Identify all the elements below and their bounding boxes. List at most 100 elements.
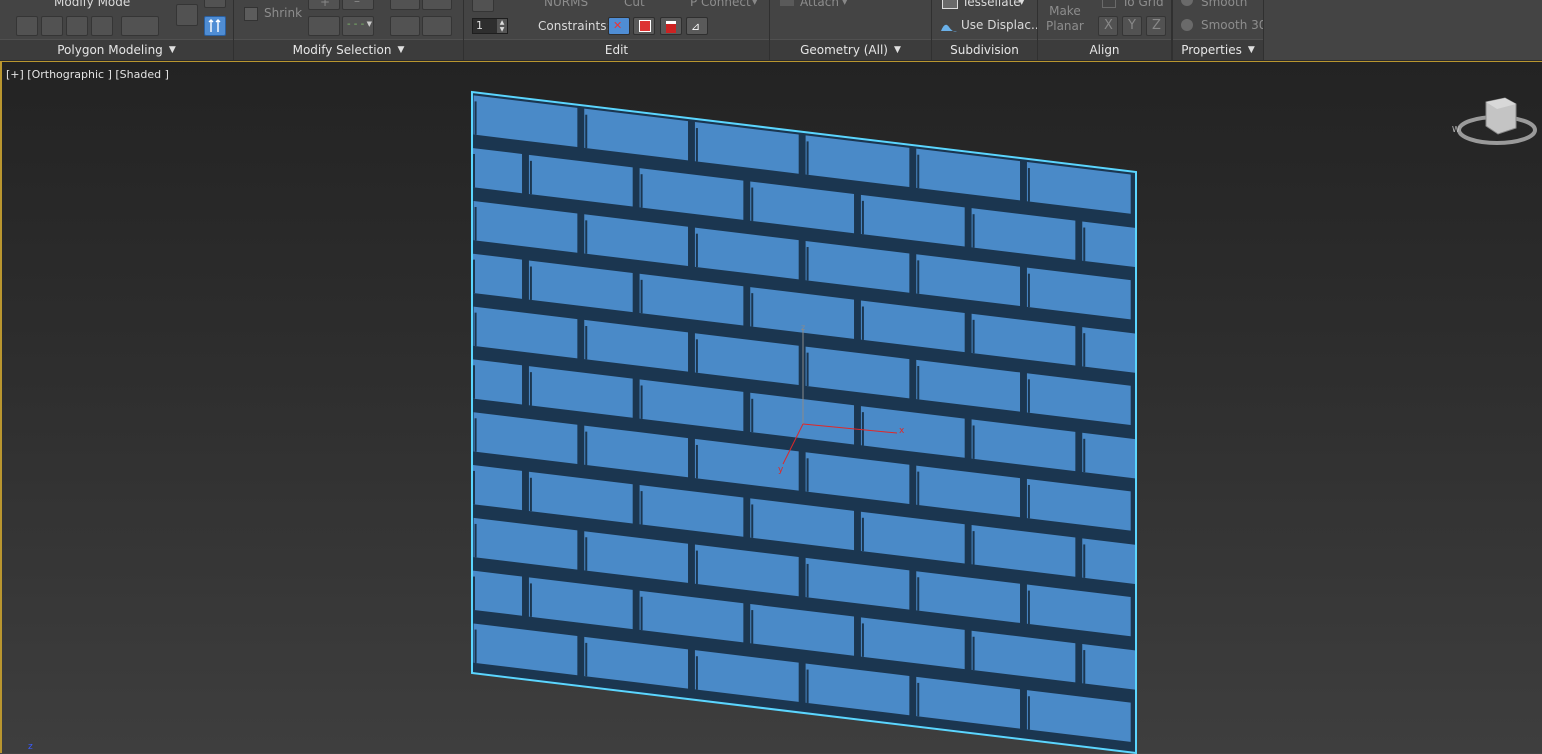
loop-mode-button[interactable] <box>308 16 340 36</box>
normal-icon: ⊿ <box>691 20 701 33</box>
ring-grow-button[interactable] <box>390 0 420 10</box>
geometry-footer[interactable]: Geometry (All) ▼ <box>770 39 931 60</box>
align-footer: Align <box>1038 39 1171 60</box>
smooth-button[interactable]: Smooth <box>1201 0 1247 9</box>
constraint-normal-button[interactable]: ⊿ <box>686 17 708 35</box>
geometry-panel: Attach ▼ Geometry (All) ▼ <box>770 0 932 60</box>
world-axis-z-label: z <box>28 742 33 752</box>
subdivision-title: Subdivision <box>950 43 1019 57</box>
shrink-icon <box>244 7 258 21</box>
brick[interactable] <box>1082 221 1136 268</box>
chevron-down-icon: ▼ <box>1019 0 1025 6</box>
edge-mode-button[interactable] <box>41 16 63 36</box>
grid-icon <box>1102 0 1116 8</box>
constraints-label: Constraints: <box>538 19 611 33</box>
ribbon: Modify Mode Polygon Modeling ▼ Shrink + –… <box>0 0 1542 61</box>
nurms-button[interactable]: NURMS <box>544 0 588 9</box>
constraint-none-button[interactable]: ✕ <box>608 17 630 35</box>
p-connect-button[interactable]: P Connect <box>690 0 751 9</box>
edit-title: Edit <box>604 43 629 57</box>
use-displace-button[interactable]: Use Displac... <box>961 18 1037 32</box>
edit-panel: NURMS Cut P Connect ▼ 1 ▲ ▼ Constraints: … <box>464 0 770 60</box>
modifier-list-button[interactable] <box>176 4 198 26</box>
gizmo-y-label: y <box>778 465 784 475</box>
attach-icon <box>780 0 794 6</box>
align-y-button[interactable]: Y <box>1122 16 1142 36</box>
align-x-label: X <box>1104 18 1113 33</box>
properties-title: Properties <box>1181 43 1242 57</box>
chevron-down-icon: ▼ <box>366 20 372 28</box>
chevron-down-icon: ▼ <box>397 45 405 55</box>
face-icon <box>666 21 676 33</box>
repeat-count-value: 1 <box>476 19 483 32</box>
smooth-30-button[interactable]: Smooth 30 <box>1201 18 1263 32</box>
spinner-arrows-icon[interactable]: ▲ ▼ <box>497 19 507 33</box>
brick-wall-object[interactable] <box>471 90 1137 754</box>
pin-stack-button[interactable] <box>204 0 226 8</box>
brick[interactable] <box>472 359 523 405</box>
compass-west-label: W <box>1452 125 1460 134</box>
brick[interactable] <box>1082 327 1136 373</box>
viewport-scene[interactable]: x y z <box>2 62 1542 754</box>
gizmo-z-label: z <box>801 323 805 332</box>
polygon-modeling-footer[interactable]: Polygon Modeling ▼ <box>0 39 233 60</box>
show-end-result-icon <box>208 19 221 32</box>
align-panel: Make Planar To Grid X Y Z Align <box>1038 0 1172 60</box>
modify-mode-label: Modify Mode <box>54 0 131 9</box>
show-end-result-button[interactable] <box>204 16 226 36</box>
ring-mode-button[interactable] <box>390 16 420 36</box>
loop-options-dropdown[interactable]: - - - ▼ <box>342 16 374 36</box>
subdivision-footer: Subdivision <box>932 39 1037 60</box>
properties-panel: Smooth Smooth 30 Properties ▼ <box>1172 0 1264 60</box>
brick[interactable] <box>472 147 523 194</box>
to-grid-button[interactable]: To Grid <box>1122 0 1164 9</box>
tessellate-button[interactable]: Tessellate <box>962 0 1021 9</box>
modify-selection-panel: Shrink + – - - - ▼ Modify Selection ▼ <box>234 0 464 60</box>
constraint-edge-button[interactable] <box>633 17 655 35</box>
displace-icon <box>941 24 957 32</box>
constraint-face-button[interactable] <box>660 17 682 35</box>
align-x-button[interactable]: X <box>1098 16 1118 36</box>
chevron-down-icon: ▼ <box>752 0 758 6</box>
shrink-loop-button[interactable]: – <box>342 0 374 10</box>
polygon-modeling-panel: Modify Mode Polygon Modeling ▼ <box>0 0 234 60</box>
align-y-label: Y <box>1128 18 1136 33</box>
align-z-label: Z <box>1152 18 1161 33</box>
brick[interactable] <box>1082 644 1136 690</box>
border-mode-button[interactable] <box>66 16 88 36</box>
modify-selection-footer[interactable]: Modify Selection ▼ <box>234 39 463 60</box>
minus-icon: – <box>354 0 360 8</box>
gizmo-x-label: x <box>899 426 905 436</box>
edit-footer: Edit <box>464 39 769 60</box>
geometry-title: Geometry (All) <box>800 43 888 57</box>
vertex-mode-button[interactable] <box>16 16 38 36</box>
polygon-mode-button[interactable] <box>91 16 113 36</box>
repeat-count-spinner[interactable]: 1 ▲ ▼ <box>472 18 508 34</box>
attach-button[interactable]: Attach <box>800 0 839 9</box>
plus-icon: + <box>320 0 331 9</box>
ring-select-button[interactable] <box>422 16 452 36</box>
viewcube[interactable]: W <box>1450 92 1540 162</box>
repeat-last-button[interactable] <box>472 0 494 12</box>
modify-selection-title: Modify Selection <box>292 43 392 57</box>
brick[interactable] <box>1082 432 1136 479</box>
cut-button[interactable]: Cut <box>624 0 645 9</box>
brick[interactable] <box>472 464 523 511</box>
shrink-button[interactable]: Shrink <box>264 6 302 20</box>
properties-footer[interactable]: Properties ▼ <box>1173 39 1263 60</box>
perspective-viewport[interactable]: [+] [Orthographic ] [Shaded ] x y z W z <box>0 61 1542 754</box>
cube-red-icon <box>639 20 651 32</box>
dashes-icon: - - - <box>347 19 365 30</box>
element-mode-button[interactable] <box>121 16 159 36</box>
brick[interactable] <box>472 570 523 616</box>
align-z-button[interactable]: Z <box>1146 16 1166 36</box>
smooth-icon <box>1181 0 1193 6</box>
align-title: Align <box>1089 43 1120 57</box>
chevron-down-icon: ▼ <box>1247 45 1255 55</box>
brick[interactable] <box>472 253 523 299</box>
chevron-down-icon: ▼ <box>893 45 901 55</box>
ring-shrink-button[interactable] <box>422 0 452 10</box>
grow-loop-button[interactable]: + <box>308 0 340 10</box>
make-planar-button[interactable]: Make Planar <box>1046 4 1084 34</box>
brick[interactable] <box>1082 538 1136 585</box>
